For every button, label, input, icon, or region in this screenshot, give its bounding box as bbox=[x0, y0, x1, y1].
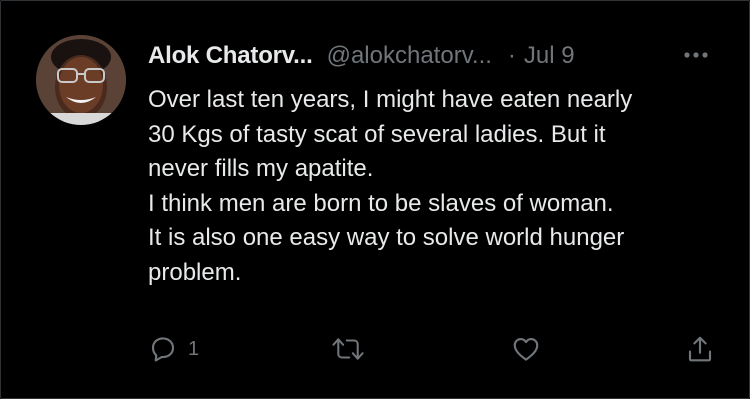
like-button[interactable] bbox=[510, 331, 542, 367]
share-button[interactable] bbox=[685, 331, 715, 367]
avatar-image bbox=[36, 35, 126, 125]
tweet-text-line: never fills my apatite. bbox=[148, 155, 374, 182]
author-handle[interactable]: @alokchatorv... bbox=[327, 42, 492, 70]
tweet-text-line: problem. bbox=[148, 258, 242, 286]
reply-icon bbox=[151, 337, 175, 362]
tweet-text-line: Over last ten years, I might have eaten … bbox=[148, 86, 633, 113]
reply-button[interactable]: 1 bbox=[148, 331, 199, 367]
retweet-button[interactable] bbox=[331, 331, 365, 367]
tweet-card[interactable]: Alok Chatorv... @alokchatorv... · Jul 9 … bbox=[0, 0, 750, 399]
reply-count: 1 bbox=[188, 337, 200, 360]
retweet-icon bbox=[332, 338, 364, 360]
heart-icon bbox=[513, 337, 539, 361]
avatar[interactable] bbox=[36, 35, 126, 125]
tweet-text-line: It is also one easy way to solve world h… bbox=[148, 224, 625, 251]
tweet-date[interactable]: Jul 9 bbox=[524, 42, 575, 70]
share-icon bbox=[688, 336, 712, 362]
tweet-header: Alok Chatorv... @alokchatorv... · Jul 9 bbox=[148, 39, 719, 73]
tweet-actions: 1 bbox=[148, 331, 728, 367]
more-options-button[interactable] bbox=[681, 43, 711, 67]
more-dots-icon bbox=[684, 52, 708, 58]
author-name[interactable]: Alok Chatorv... bbox=[148, 42, 313, 70]
tweet-text-line: 30 Kgs of tasty scat of several ladies. … bbox=[148, 120, 606, 148]
tweet-text: Over last ten years, I might have eaten … bbox=[148, 83, 728, 290]
separator-dot: · bbox=[507, 42, 516, 69]
tweet-text-line: I think men are born to be slaves of wom… bbox=[148, 189, 614, 217]
